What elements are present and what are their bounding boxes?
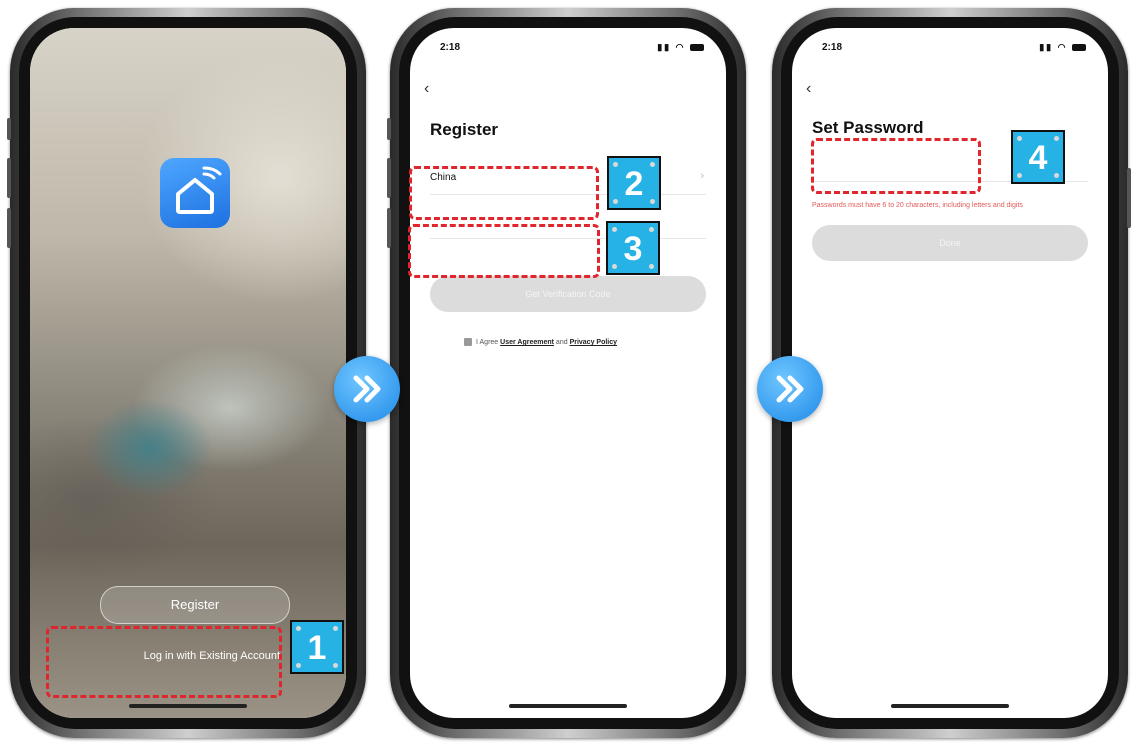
smart-home-wifi-icon: [160, 158, 230, 228]
done-button[interactable]: Done: [812, 225, 1088, 261]
highlight-phone-field: [408, 224, 600, 278]
phone-frame-password: 2:18 ▮▮ ◠ ‹ Set Password Passwords must …: [772, 8, 1131, 738]
highlight-country: [409, 166, 599, 220]
agreement-row: I Agree User Agreement and Privacy Polic…: [464, 338, 617, 346]
chevron-right-icon: ›: [700, 170, 704, 182]
page-title: Register: [430, 120, 499, 139]
phone-frame-register: 2:18 ▮▮ ◠ ‹ Register China › Get Verific…: [387, 8, 746, 738]
agree-and: and: [555, 338, 568, 346]
login-screen: Register Log in with Existing Account: [30, 28, 346, 718]
status-bar: 2:18 ▮▮ ◠: [440, 42, 704, 56]
agree-checkbox[interactable]: [464, 338, 472, 346]
step-number: 2: [624, 165, 644, 203]
highlight-password-field: [811, 138, 981, 194]
double-chevron-right-icon: [334, 356, 400, 422]
home-indicator: [509, 704, 627, 708]
chevron-left-icon[interactable]: ‹: [806, 80, 811, 98]
status-time: 2:18: [440, 42, 461, 53]
side-button: [7, 158, 11, 198]
step-badge-1: 1: [290, 620, 344, 674]
status-time: 2:18: [822, 42, 843, 53]
page-title: Set Password: [812, 118, 924, 137]
highlight-login-link: [46, 626, 282, 698]
battery-icon: [1072, 44, 1086, 52]
side-button: [7, 208, 11, 248]
home-indicator: [129, 704, 247, 708]
chevron-left-icon[interactable]: ‹: [424, 80, 429, 98]
status-icons: ▮▮ ◠: [1039, 42, 1086, 53]
get-verification-code-button[interactable]: Get Verification Code: [430, 276, 706, 312]
privacy-policy-link[interactable]: Privacy Policy: [570, 339, 617, 346]
status-bar: 2:18 ▮▮ ◠: [822, 42, 1086, 56]
status-icons: ▮▮ ◠: [657, 42, 704, 53]
register-button[interactable]: Register: [100, 586, 290, 624]
step-number: 1: [307, 629, 327, 667]
battery-icon: [690, 44, 704, 52]
user-agreement-link[interactable]: User Agreement: [500, 339, 554, 346]
register-screen: 2:18 ▮▮ ◠ ‹ Register China › Get Verific…: [410, 28, 726, 718]
side-button: [387, 208, 391, 248]
side-button: [387, 158, 391, 198]
side-button: [387, 118, 391, 140]
password-hint: Passwords must have 6 to 20 characters, …: [812, 202, 1023, 209]
step-badge-4: 4: [1011, 130, 1065, 184]
home-indicator: [891, 704, 1009, 708]
step-number: 4: [1028, 139, 1048, 177]
double-chevron-right-icon: [757, 356, 823, 422]
step-badge-2: 2: [607, 156, 661, 210]
side-button: [7, 118, 11, 140]
step-number: 3: [623, 230, 643, 268]
step-badge-3: 3: [606, 221, 660, 275]
side-button: [1127, 168, 1131, 228]
agree-prefix: I Agree: [476, 338, 499, 346]
